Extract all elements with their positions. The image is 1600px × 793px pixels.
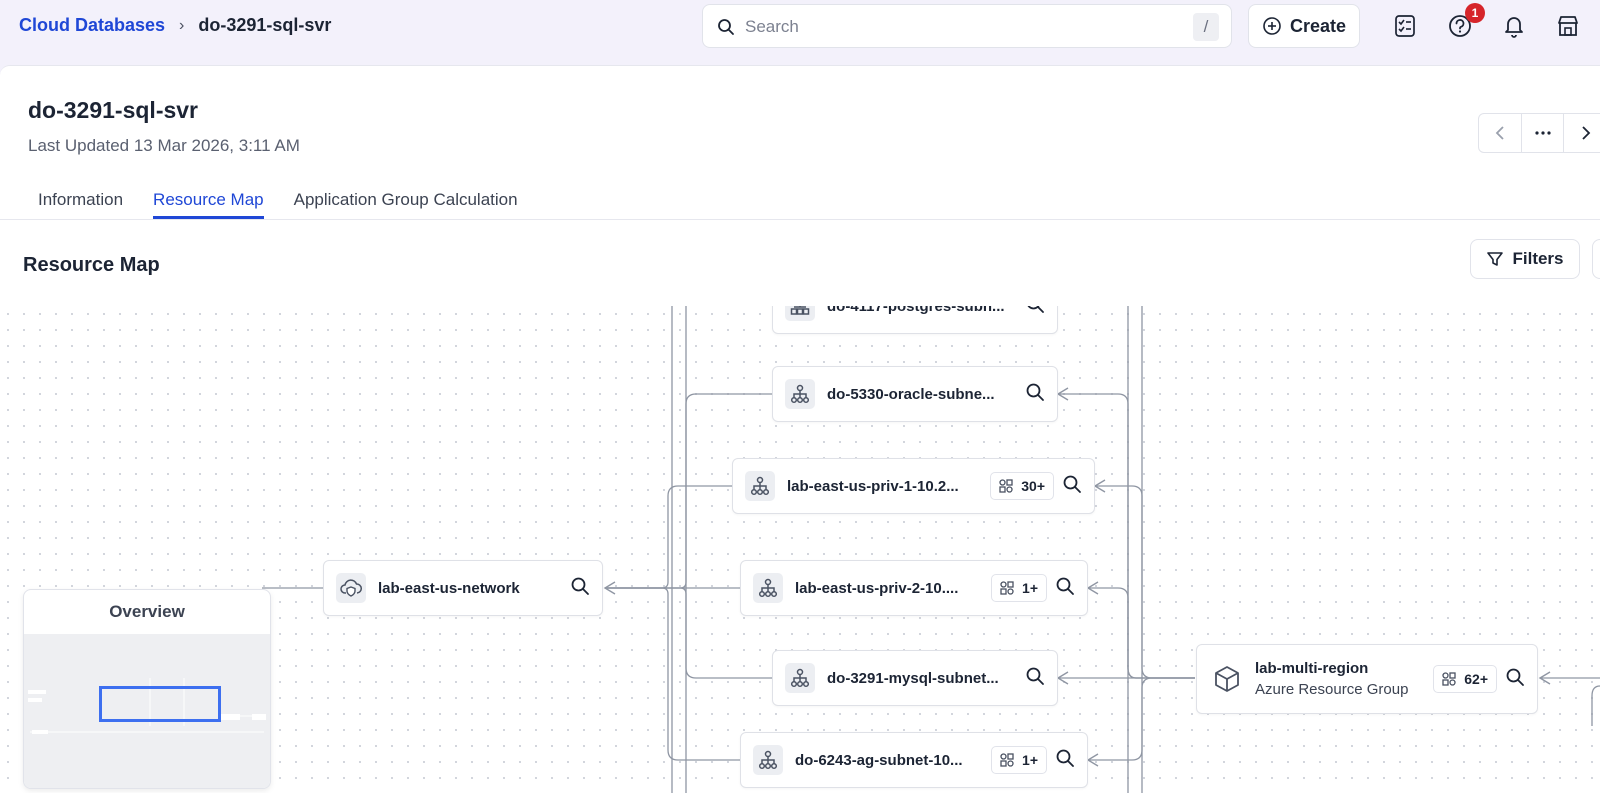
map-node-ag-subnet[interactable]: do-6243-ag-subnet-10... 1+ — [740, 732, 1088, 788]
subnet-icon — [745, 471, 775, 501]
overview-canvas[interactable] — [24, 634, 270, 788]
resource-count-badge[interactable]: 30+ — [990, 472, 1054, 500]
map-node-oracle-subnet[interactable]: do-5330-oracle-subne... — [772, 366, 1058, 422]
search-icon[interactable] — [1025, 306, 1045, 319]
tab-application-group-calculation[interactable]: Application Group Calculation — [294, 190, 518, 219]
subnet-icon — [785, 663, 815, 693]
map-node-text: lab-multi-region Azure Resource Group — [1255, 660, 1408, 698]
chevron-right-icon — [1582, 126, 1590, 140]
virtual-network-icon — [336, 573, 366, 603]
last-updated-text: Last Updated 13 Mar 2026, 3:11 AM — [28, 136, 300, 155]
more-options-button[interactable] — [1522, 114, 1565, 152]
filter-icon — [1487, 252, 1504, 266]
search-icon — [717, 18, 735, 41]
map-node-label: lab-multi-region — [1255, 660, 1369, 677]
map-node-lab-multi-region[interactable]: lab-multi-region Azure Resource Group 62… — [1196, 644, 1538, 714]
map-node-label: do-6243-ag-subnet-10... — [795, 751, 963, 769]
section-title: Resource Map — [23, 254, 160, 276]
overview-title: Overview — [109, 602, 185, 621]
search-icon[interactable] — [1055, 576, 1075, 601]
map-node-priv-1-subnet[interactable]: lab-east-us-priv-1-10.2... 30+ — [732, 458, 1095, 514]
search-icon[interactable] — [1025, 666, 1045, 691]
resource-count-badge[interactable]: 62+ — [1433, 665, 1497, 693]
next-record-button[interactable] — [1564, 114, 1600, 152]
map-node-label: lab-east-us-priv-1-10.2... — [787, 477, 959, 495]
filters-button[interactable]: Filters — [1470, 239, 1580, 279]
detail-tabs: Information Resource Map Application Gro… — [38, 190, 548, 219]
tabs-divider — [0, 219, 1600, 220]
map-node-type: Azure Resource Group — [1255, 681, 1409, 698]
resources-icon — [1000, 581, 1014, 595]
map-node-label: lab-east-us-priv-2-10.... — [795, 579, 959, 597]
resources-icon — [999, 479, 1013, 493]
search-icon[interactable] — [1062, 474, 1082, 499]
plus-circle-icon — [1263, 17, 1281, 35]
search-shortcut-key: / — [1193, 13, 1219, 41]
resources-icon — [1442, 672, 1456, 686]
breadcrumb-cloud-databases[interactable]: Cloud Databases — [19, 15, 165, 36]
overview-viewport-indicator[interactable] — [99, 686, 221, 722]
map-node-label: do-3291-mysql-subnet... — [827, 669, 999, 687]
breadcrumb: Cloud Databases › do-3291-sql-svr — [19, 15, 331, 36]
subnet-icon — [753, 573, 783, 603]
search-icon[interactable] — [1505, 667, 1525, 692]
map-options-button[interactable] — [1592, 239, 1600, 279]
resource-count: 62+ — [1464, 671, 1488, 687]
resources-icon — [1000, 753, 1014, 767]
record-navigation — [1478, 113, 1600, 153]
map-node-lab-east-us-network[interactable]: lab-east-us-network — [323, 560, 603, 616]
search-placeholder: Search — [745, 17, 799, 36]
store-icon[interactable] — [1554, 12, 1582, 40]
resource-count-badge[interactable]: 1+ — [991, 746, 1047, 774]
overview-minimap[interactable]: Overview — [23, 589, 271, 789]
resource-count: 1+ — [1022, 752, 1038, 768]
subnet-icon — [785, 306, 815, 321]
chevron-left-icon — [1495, 126, 1504, 140]
breadcrumb-separator: › — [179, 16, 185, 34]
tab-information[interactable]: Information — [38, 190, 123, 219]
subnet-icon — [785, 379, 815, 409]
map-node-label: lab-east-us-network — [378, 579, 520, 597]
breadcrumb-current: do-3291-sql-svr — [198, 15, 332, 35]
bell-icon[interactable] — [1500, 12, 1528, 40]
top-bar: Cloud Databases › do-3291-sql-svr Search… — [0, 0, 1600, 52]
resource-group-cube-icon — [1211, 663, 1243, 695]
page-title: do-3291-sql-svr — [28, 97, 199, 123]
resource-count: 30+ — [1021, 478, 1045, 494]
help-notification-badge: 1 — [1465, 3, 1485, 23]
search-icon[interactable] — [1055, 748, 1075, 773]
previous-record-button[interactable] — [1479, 114, 1522, 152]
create-button-label: Create — [1289, 15, 1347, 36]
map-node-label: do-5330-oracle-subne... — [827, 385, 995, 403]
resource-count: 1+ — [1022, 580, 1038, 596]
search-icon[interactable] — [570, 576, 590, 601]
map-node-priv-2-subnet[interactable]: lab-east-us-priv-2-10.... 1+ — [740, 560, 1088, 616]
subnet-icon — [753, 745, 783, 775]
filters-button-label: Filters — [1512, 249, 1564, 268]
map-node-postgres-subnet[interactable]: do-4117-postgres-subn... — [772, 306, 1058, 334]
create-button[interactable]: Create — [1248, 4, 1360, 48]
tab-resource-map[interactable]: Resource Map — [153, 190, 264, 219]
map-node-label: do-4117-postgres-subn... — [827, 306, 1005, 315]
more-horizontal-icon — [1534, 131, 1551, 135]
map-node-mysql-subnet[interactable]: do-3291-mysql-subnet... — [772, 650, 1058, 706]
resource-count-badge[interactable]: 1+ — [991, 574, 1047, 602]
search-icon[interactable] — [1025, 382, 1045, 407]
tasks-icon[interactable] — [1392, 12, 1420, 40]
search-input[interactable]: Search / — [702, 4, 1232, 48]
